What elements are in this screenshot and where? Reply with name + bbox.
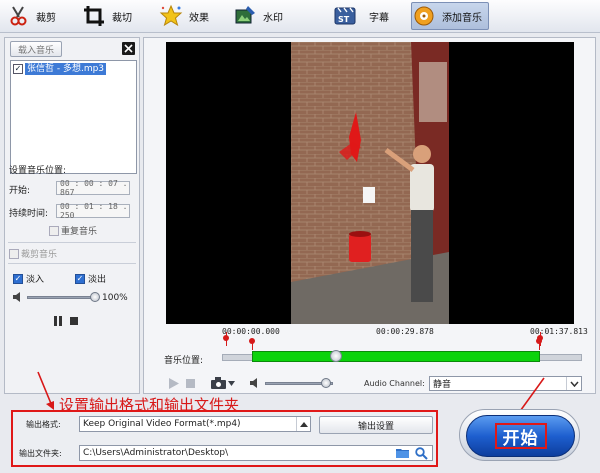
toolbar-trim-button[interactable]: 裁剪 — [6, 2, 56, 30]
output-folder-field[interactable]: C:\Users\Administrator\Desktop\ — [79, 445, 433, 461]
fade-out-label: 淡出 — [88, 275, 107, 285]
load-music-button[interactable]: 载入音乐 — [10, 41, 62, 57]
video-frame-image — [291, 42, 449, 324]
output-folder-label: 输出文件夹: — [19, 449, 62, 458]
output-folder-path: C:\Users\Administrator\Desktop\ — [83, 448, 229, 458]
audio-channel-select[interactable]: 静音 — [429, 376, 582, 391]
svg-text:ST: ST — [338, 15, 350, 24]
timeline-end-time: 00:01:37.813 — [530, 327, 588, 336]
toolbar-effects-label: 效果 — [189, 12, 209, 24]
audio-channel-label: Audio Channel: — [364, 379, 425, 388]
music-range-bar[interactable] — [252, 351, 540, 362]
annotation-arrow-icon — [37, 371, 54, 410]
toolbar-subtitle-button[interactable]: ST 字幕 — [333, 2, 389, 30]
close-icon — [124, 44, 133, 53]
trim-music-option[interactable]: 裁剪音乐 — [9, 247, 57, 260]
output-settings-area: 输出格式: Keep Original Video Format(*.mp4) … — [11, 410, 438, 467]
duration-field[interactable]: 00 : 01 : 18 . 250 — [56, 202, 130, 220]
timeline-current-time: 00:00:29.878 — [376, 327, 434, 336]
folder-icon[interactable] — [396, 447, 410, 462]
toolbar-crop-button[interactable]: 裁切 — [82, 2, 132, 30]
repeat-music-option[interactable]: 重复音乐 — [49, 224, 97, 237]
stop-icon — [186, 379, 195, 388]
video-preview[interactable] — [166, 42, 574, 324]
toolbar-add-music-button[interactable]: 添加音乐 — [411, 2, 489, 30]
chevron-down-icon[interactable] — [566, 377, 581, 390]
stop-preview-button[interactable] — [186, 379, 195, 391]
audio-channel-value: 静音 — [433, 380, 452, 390]
fade-out-checkbox[interactable]: ✓ — [75, 273, 85, 284]
music-disc-icon — [412, 4, 436, 28]
toolbar-trim-label: 裁剪 — [36, 12, 56, 24]
playhead-knob[interactable] — [330, 350, 342, 362]
repeat-music-label: 重复音乐 — [61, 227, 98, 237]
fade-out-option[interactable]: ✓ 淡出 — [75, 272, 106, 285]
output-format-select[interactable]: Keep Original Video Format(*.mp4) — [79, 416, 311, 432]
start-button-label: 开始 — [494, 423, 547, 449]
camera-icon — [211, 377, 226, 389]
music-position-heading: 设置音乐位置: — [9, 166, 67, 176]
fade-in-checkbox[interactable]: ✓ — [13, 273, 23, 284]
music-start-marker[interactable] — [249, 338, 255, 344]
chevron-up-icon[interactable] — [296, 417, 310, 431]
start-time-label: 开始: — [9, 186, 31, 196]
output-format-label: 输出格式: — [26, 420, 61, 429]
toolbar-add-music-label: 添加音乐 — [442, 12, 482, 24]
main-toolbar: 裁剪 裁切 效果 水印 ST 字幕 添加音乐 — [0, 0, 600, 33]
subtitle-icon: ST — [333, 4, 357, 28]
list-item[interactable]: ✓ 张信哲 - 多想.mp3 — [13, 63, 107, 75]
toolbar-effects-button[interactable]: 效果 — [159, 2, 209, 30]
stop-icon — [70, 317, 78, 325]
pause-icon — [54, 316, 62, 326]
music-file-list[interactable]: ✓ 张信哲 - 多想.mp3 — [10, 60, 137, 174]
preview-volume-knob[interactable] — [321, 378, 331, 388]
volume-icon — [250, 378, 257, 388]
music-volume-slider[interactable] — [27, 296, 95, 299]
star-effects-icon — [159, 4, 183, 28]
start-time-field[interactable]: 00 : 00 : 07 . 867 — [56, 179, 130, 197]
search-icon[interactable] — [415, 447, 428, 463]
stop-button[interactable] — [69, 316, 79, 326]
scissors-icon — [6, 4, 30, 28]
trim-music-checkbox[interactable] — [9, 248, 19, 259]
play-icon — [169, 378, 179, 389]
toolbar-crop-label: 裁切 — [112, 12, 132, 24]
output-format-value: Keep Original Video Format(*.mp4) — [83, 419, 241, 429]
chevron-down-icon — [228, 380, 235, 386]
music-volume-percent: 100% — [102, 293, 128, 303]
divider — [8, 263, 136, 264]
start-button[interactable]: 开始 — [466, 415, 575, 457]
trim-music-label: 裁剪音乐 — [21, 250, 58, 260]
toolbar-watermark-button[interactable]: 水印 — [233, 2, 283, 30]
music-item-name: 张信哲 - 多想.mp3 — [25, 63, 107, 75]
music-item-checkbox[interactable]: ✓ — [13, 64, 23, 74]
play-button[interactable] — [168, 378, 179, 392]
duration-label: 持续时间: — [9, 209, 49, 219]
preview-panel: 00:00:00.000 00:00:29.878 00:01:37.813 音… — [143, 37, 596, 394]
snapshot-button[interactable] — [211, 377, 235, 389]
watermark-icon — [233, 4, 257, 28]
pause-button[interactable] — [53, 316, 63, 326]
fade-in-option[interactable]: ✓ 淡入 — [13, 272, 44, 285]
crop-icon — [82, 4, 106, 28]
repeat-music-checkbox[interactable] — [49, 225, 59, 236]
fade-in-label: 淡入 — [26, 275, 45, 285]
start-button-frame: 开始 — [459, 409, 580, 461]
music-settings-panel: 载入音乐 ✓ 张信哲 - 多想.mp3 设置音乐位置: 开始: 00 : 00 … — [4, 37, 140, 394]
remove-music-button[interactable] — [122, 42, 135, 55]
music-position-label: 音乐位置: — [164, 356, 204, 366]
output-settings-button[interactable]: 输出设置 — [319, 416, 433, 434]
toolbar-watermark-label: 水印 — [263, 12, 283, 24]
toolbar-subtitle-label: 字幕 — [369, 12, 389, 24]
divider — [8, 242, 136, 243]
speaker-icon — [13, 292, 20, 302]
music-end-marker[interactable] — [536, 338, 542, 344]
timeline-start-time: 00:00:00.000 — [222, 327, 280, 336]
music-volume-knob[interactable] — [90, 292, 100, 302]
